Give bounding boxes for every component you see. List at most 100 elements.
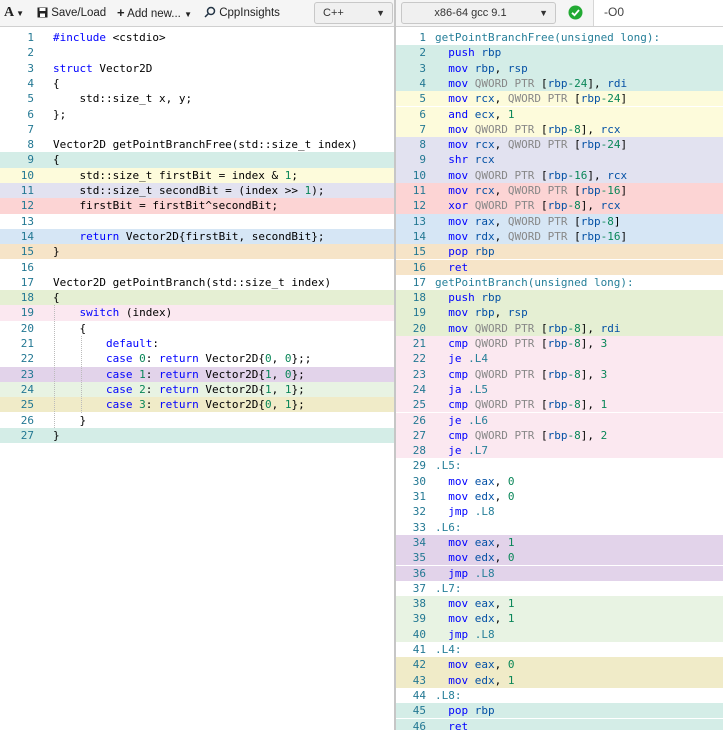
source-line[interactable]: 18 { xyxy=(0,290,394,306)
asm-line[interactable]: 43 mov edx, 1 xyxy=(396,672,723,688)
source-line[interactable]: 23 case 1: return Vector2D{1, 0}; xyxy=(0,366,394,382)
asm-line[interactable]: 20 mov QWORD PTR [rbp-8], rdi xyxy=(396,320,723,336)
source-line[interactable]: 14 return Vector2D{firstBit, secondBit}; xyxy=(0,228,394,245)
asm-line[interactable]: 4 mov QWORD PTR [rbp-24], rdi xyxy=(396,75,723,92)
asm-line[interactable]: 12 xor QWORD PTR [rbp-8], rcx xyxy=(396,198,723,214)
source-line[interactable]: 24 case 2: return Vector2D{1, 1}; xyxy=(0,381,394,398)
source-line[interactable]: 8 Vector2D getPointBranchFree(std::size_t… xyxy=(0,137,394,152)
asm-line[interactable]: 37 .L7: xyxy=(396,581,723,596)
asm-line[interactable]: 44 .L8: xyxy=(396,688,723,703)
asm-line[interactable]: 1 getPointBranchFree(unsigned long): xyxy=(396,30,723,45)
source-line[interactable]: 19 switch (index) xyxy=(0,305,394,321)
asm-line[interactable]: 22 je .L4 xyxy=(396,351,723,367)
source-line[interactable]: 15} xyxy=(0,244,394,260)
source-line-number: 26 xyxy=(20,413,34,427)
source-line[interactable]: 21 default: xyxy=(0,336,394,351)
save-load-button[interactable]: Save/Load xyxy=(37,3,106,23)
asm-line[interactable]: 13 mov rax, QWORD PTR [rbp-8] xyxy=(396,213,723,229)
asm-line[interactable]: 7 mov QWORD PTR [rbp-8], rcx xyxy=(396,121,723,138)
asm-line-text: getPointBranch(unsigned long): xyxy=(435,275,634,289)
compiler-options-input[interactable]: -O0 xyxy=(593,0,723,26)
asm-line[interactable]: 45 pop rbp xyxy=(396,703,723,719)
asm-line[interactable]: 24 ja .L5 xyxy=(396,381,723,398)
source-line[interactable]: 10 std::size_t firstBit = index & 1; xyxy=(0,167,394,183)
source-line[interactable]: 5 std::size_t x, y; xyxy=(0,91,394,106)
asm-line[interactable]: 39 mov edx, 1 xyxy=(396,611,723,627)
cppinsights-button[interactable]: CppInsights xyxy=(204,3,280,23)
asm-line[interactable]: 2 push rbp xyxy=(396,45,723,61)
asm-line[interactable]: 5 mov rcx, QWORD PTR [rbp-24] xyxy=(396,91,723,107)
compiler-toolbar: x86-64 gcc 9.1 ▼ -O0 xyxy=(396,0,723,27)
asm-line[interactable]: 29 .L5: xyxy=(396,458,723,473)
asm-line[interactable]: 31 mov edx, 0 xyxy=(396,489,723,504)
source-line[interactable]: 13 xyxy=(0,214,394,229)
asm-line[interactable]: 41 .L4: xyxy=(396,642,723,657)
source-line[interactable]: 25 case 3: return Vector2D{0, 1}; xyxy=(0,397,394,413)
asm-line-number: 3 xyxy=(419,61,426,75)
asm-line[interactable]: 26 je .L6 xyxy=(396,412,723,428)
language-select[interactable]: C++ ▼ xyxy=(314,2,393,24)
logo-menu-button[interactable]: A ▼ xyxy=(4,3,24,23)
asm-line-number: 32 xyxy=(412,505,426,519)
source-line[interactable]: 2 xyxy=(0,45,394,60)
source-line[interactable]: 1 #include <cstdio> xyxy=(0,30,394,45)
asm-line[interactable]: 46 ret xyxy=(396,718,723,730)
plus-icon: + xyxy=(117,5,125,20)
asm-line[interactable]: 18 push rbp xyxy=(396,290,723,306)
asm-line-text: mov eax, 1 xyxy=(448,597,515,611)
source-line[interactable]: 12 firstBit = firstBit^secondBit; xyxy=(0,198,394,214)
asm-line[interactable]: 25 cmp QWORD PTR [rbp-8], 1 xyxy=(396,397,723,413)
source-line[interactable]: 11 std::size_t secondBit = (index >> 1); xyxy=(0,183,394,199)
asm-line[interactable]: 14 mov rdx, QWORD PTR [rbp-16] xyxy=(396,228,723,245)
asm-line[interactable]: 38 mov eax, 1 xyxy=(396,596,723,612)
add-new-button[interactable]: + Add new... ▼ xyxy=(117,3,192,23)
source-line[interactable]: 17 Vector2D getPointBranch(std::size_t in… xyxy=(0,275,394,290)
source-editor[interactable]: 1 #include <cstdio> 2 3 struct Vector2D 4{5 s… xyxy=(0,28,394,730)
asm-line[interactable]: 35 mov edx, 0 xyxy=(396,550,723,566)
asm-line[interactable]: 34 mov eax, 1 xyxy=(396,534,723,551)
asm-line[interactable]: 28 je .L7 xyxy=(396,443,723,459)
asm-line[interactable]: 8 mov rcx, QWORD PTR [rbp-24] xyxy=(396,137,723,153)
source-line-text: { xyxy=(53,291,60,305)
asm-line[interactable]: 3 mov rbp, rsp xyxy=(396,60,723,76)
source-line[interactable]: 16 xyxy=(0,260,394,275)
asm-line[interactable]: 19 mov rbp, rsp xyxy=(396,305,723,321)
source-line-text: Vector2D getPointBranchFree(std::size_t … xyxy=(53,138,358,152)
asm-line[interactable]: 30 mov eax, 0 xyxy=(396,474,723,489)
asm-line[interactable]: 42 mov eax, 0 xyxy=(396,657,723,673)
asm-line[interactable]: 32 jmp .L8 xyxy=(396,504,723,519)
asm-line[interactable]: 9 shr rcx xyxy=(396,152,723,168)
assembly-output[interactable]: 1 getPointBranchFree(unsigned long): 2 pus… xyxy=(396,28,723,730)
source-line[interactable]: 6}; xyxy=(0,107,394,122)
source-line[interactable]: 4{ xyxy=(0,76,394,91)
source-line-number: 9 xyxy=(27,153,34,167)
asm-line-number: 38 xyxy=(412,597,426,611)
asm-line-text: pop rbp xyxy=(448,245,495,259)
source-line-text xyxy=(52,45,394,60)
asm-line[interactable]: 23 cmp QWORD PTR [rbp-8], 3 xyxy=(396,366,723,382)
source-line[interactable]: 26 } xyxy=(0,413,394,428)
asm-line[interactable]: 21 cmp QWORD PTR [rbp-8], 3 xyxy=(396,336,723,352)
asm-line-text: mov QWORD PTR [rbp-8], rdi xyxy=(448,321,621,335)
check-circle-icon[interactable] xyxy=(568,5,583,24)
source-line[interactable]: 22 case 0: return Vector2D{0, 0};; xyxy=(0,351,394,366)
asm-line[interactable]: 6 and ecx, 1 xyxy=(396,106,723,122)
asm-line[interactable]: 10 mov QWORD PTR [rbp-16], rcx xyxy=(396,167,723,183)
editor-toolbar: A ▼ Save/Load + Add new... ▼ CppInsights … xyxy=(0,0,396,27)
compiler-select[interactable]: x86-64 gcc 9.1 ▼ xyxy=(401,2,556,24)
source-line[interactable]: 27} xyxy=(0,427,394,444)
asm-line[interactable]: 16 ret xyxy=(396,259,723,275)
asm-line[interactable]: 36 jmp .L8 xyxy=(396,565,723,581)
source-line[interactable]: 9{ xyxy=(0,152,394,168)
asm-line[interactable]: 33 .L6: xyxy=(396,520,723,535)
source-line[interactable]: 20 { xyxy=(0,321,394,336)
source-line[interactable]: 7 xyxy=(0,122,394,137)
asm-line[interactable]: 15 pop rbp xyxy=(396,244,723,260)
source-line[interactable]: 3 struct Vector2D xyxy=(0,61,394,76)
asm-line-text: mov rbp, rsp xyxy=(448,61,528,75)
asm-line[interactable]: 27 cmp QWORD PTR [rbp-8], 2 xyxy=(396,427,723,444)
asm-line[interactable]: 17 getPointBranch(unsigned long): xyxy=(396,275,723,290)
asm-line[interactable]: 11 mov rcx, QWORD PTR [rbp-16] xyxy=(396,183,723,199)
asm-line-text: mov eax, 1 xyxy=(448,535,515,549)
asm-line[interactable]: 40 jmp .L8 xyxy=(396,626,723,642)
